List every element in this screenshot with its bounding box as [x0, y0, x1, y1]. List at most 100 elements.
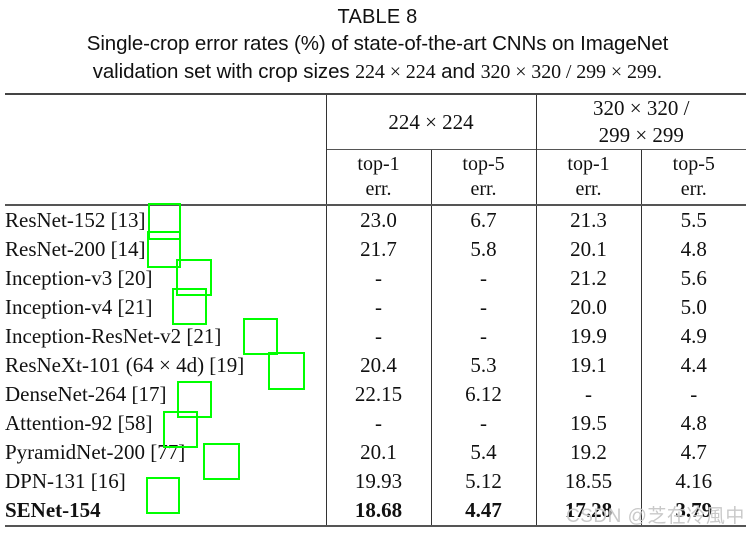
table-row: Attention-92 [58] - -19.5 4.8 [5, 409, 746, 438]
metric-value-cell: - [535, 380, 641, 409]
metric-value-cell: 5.3 [430, 351, 536, 380]
table-bottom-rule [5, 525, 746, 529]
header-sub-224-top1-line2: err. [365, 178, 392, 200]
model-name-cell: ResNeXt-101 (64 × 4d) [19] [5, 353, 245, 377]
header-sub-320-top1-line1: top-1 [567, 153, 610, 175]
metric-value-cell: 19.9 [535, 322, 641, 351]
metric-value-cell: 20.1 [535, 235, 641, 264]
header-group-224-line1: 224 × 224 [388, 109, 474, 134]
metric-value-cell: 19.2 [535, 438, 641, 467]
model-name-cell: Inception-v4 [21] [5, 295, 153, 319]
metric-value-cell: 18.68 [325, 496, 431, 526]
metric-value-cell: 5.8 [430, 235, 536, 264]
caption-crop-size-2: 320 × 320 / 299 × 299 [480, 61, 657, 83]
metric-value-cell: - [430, 322, 536, 351]
table-row: SENet-154 18.68 4.47 17.28 3.79 [5, 496, 746, 526]
table-row: Inception-ResNet-v2 [21] - -19.9 4.9 [5, 322, 746, 351]
caption-crop-size-1: 224 × 224 [355, 61, 436, 83]
table-row: PyramidNet-200 [77] 20.1 5.4 19.2 4.7 [5, 438, 746, 467]
table-row: ResNet-200 [14] 21.7 5.8 20.1 4.8 [5, 235, 746, 264]
metric-value-cell: 4.4 [640, 351, 746, 380]
metric-value-cell: - [325, 409, 431, 438]
model-name-cell: SENet-154 [5, 498, 101, 522]
metric-value-cell: 21.7 [325, 235, 431, 264]
metric-value-cell: 5.5 [640, 204, 746, 235]
header-group-320-line2: 299 × 299 [598, 123, 684, 147]
table-body: ResNet-152 [13] 23.0 6.7 21.3 5.5 ResNet-200 … [5, 204, 746, 529]
header-sub-320-top5: top-5 err. [640, 149, 746, 205]
header-corner-cell [5, 93, 326, 150]
model-name-cell: DenseNet-264 [17] [5, 382, 167, 406]
table-row: ResNet-152 [13] 23.0 6.7 21.3 5.5 [5, 204, 746, 235]
caption-line-2-part-c: . [656, 60, 663, 83]
metric-value-cell: 3.79 [640, 496, 746, 526]
metric-value-cell: 5.4 [430, 438, 536, 467]
metric-value-cell: 5.0 [640, 293, 746, 322]
metric-value-cell: 4.9 [640, 322, 746, 351]
caption-line-2-part-b: and [435, 60, 481, 83]
table-bottom-rule-cell [326, 525, 431, 529]
metric-value-cell: 21.3 [535, 204, 641, 235]
metric-value-cell: 19.93 [325, 467, 431, 496]
table-header-sub-row: top-1 err. top-5 err. top-1 err. top-5 e… [5, 149, 746, 206]
metric-value-cell: - [325, 264, 431, 293]
metric-value-cell: 5.12 [430, 467, 536, 496]
header-sub-224-top5: top-5 err. [430, 149, 536, 205]
model-name-cell: ResNet-200 [14] [5, 237, 146, 261]
caption-line-2-part-a: validation set with crop sizes [92, 60, 356, 83]
metric-value-cell: 4.8 [640, 235, 746, 264]
metric-value-cell: 5.6 [640, 264, 746, 293]
metric-value-cell: 4.16 [640, 467, 746, 496]
table-number-label: TABLE 8 [337, 6, 418, 28]
caption-line-2: validation set with crop sizes 224 × 224… [0, 58, 755, 86]
header-sub-320-top5-line1: top-5 [672, 153, 715, 175]
metric-value-cell: 4.47 [430, 496, 536, 526]
metric-value-cell: - [325, 293, 431, 322]
table-row: ResNeXt-101 (64 × 4d) [19] 20.4 5.3 19.1 4.4 [5, 351, 746, 380]
metric-value-cell: - [640, 380, 746, 409]
table-bottom-rule-cell [536, 525, 641, 529]
header-sub-224-top5-line2: err. [470, 178, 497, 200]
table-header-group-row: 224 × 224 320 × 320 / 299 × 299 [5, 93, 746, 150]
metric-value-cell: 18.55 [535, 467, 641, 496]
metric-value-cell: 20.0 [535, 293, 641, 322]
model-name-cell: PyramidNet-200 [77] [5, 440, 186, 464]
model-name-cell: Inception-ResNet-v2 [21] [5, 324, 222, 348]
table-row: DPN-131 [16] 19.93 5.12 18.55 4.16 [5, 467, 746, 496]
table-header: 224 × 224 320 × 320 / 299 × 299 top-1 er… [5, 93, 746, 206]
header-group-224: 224 × 224 [325, 93, 536, 150]
metric-value-cell: 22.15 [325, 380, 431, 409]
metric-value-cell: 6.12 [430, 380, 536, 409]
header-sub-320-top1: top-1 err. [535, 149, 641, 205]
table-caption: TABLE 8 Single-crop error rates (%) of s… [0, 0, 755, 86]
header-sub-224-top1-line1: top-1 [357, 153, 400, 175]
header-sub-corner-cell [5, 150, 326, 206]
caption-line-1: Single-crop error rates (%) of state-of-… [86, 32, 669, 55]
metric-value-cell: 6.7 [430, 204, 536, 235]
table-row: Inception-v3 [20] - -21.2 5.6 [5, 264, 746, 293]
header-sub-224-top1: top-1 err. [325, 149, 431, 205]
metric-value-cell: 20.4 [325, 351, 431, 380]
header-sub-320-top5-line2: err. [680, 178, 707, 200]
metric-value-cell: 19.5 [535, 409, 641, 438]
metric-value-cell: 19.1 [535, 351, 641, 380]
metric-value-cell: 4.8 [640, 409, 746, 438]
header-group-320-line1: 320 × 320 / [593, 96, 690, 120]
metric-value-cell: 17.28 [535, 496, 641, 526]
table-bottom-rule-cell [431, 525, 536, 529]
header-sub-320-top1-line2: err. [575, 178, 602, 200]
model-name-cell: ResNet-152 [13] [5, 204, 326, 235]
table-row: DenseNet-264 [17] 22.15 6.12- - [5, 380, 746, 409]
header-sub-224-top5-line1: top-5 [462, 153, 505, 175]
table-bottom-rule-cell [5, 525, 326, 529]
metric-value-cell: - [430, 409, 536, 438]
table-bottom-rule-cell [641, 525, 746, 529]
metric-value-cell: 23.0 [325, 204, 431, 235]
metric-value-cell: 21.2 [535, 264, 641, 293]
header-group-320-299: 320 × 320 / 299 × 299 [535, 93, 746, 150]
results-table-container: 224 × 224 320 × 320 / 299 × 299 top-1 er… [5, 93, 746, 529]
results-table: 224 × 224 320 × 320 / 299 × 299 top-1 er… [5, 93, 746, 529]
metric-value-cell: 20.1 [325, 438, 431, 467]
model-name-cell: DPN-131 [16] [5, 469, 126, 493]
metric-value-cell: 4.7 [640, 438, 746, 467]
